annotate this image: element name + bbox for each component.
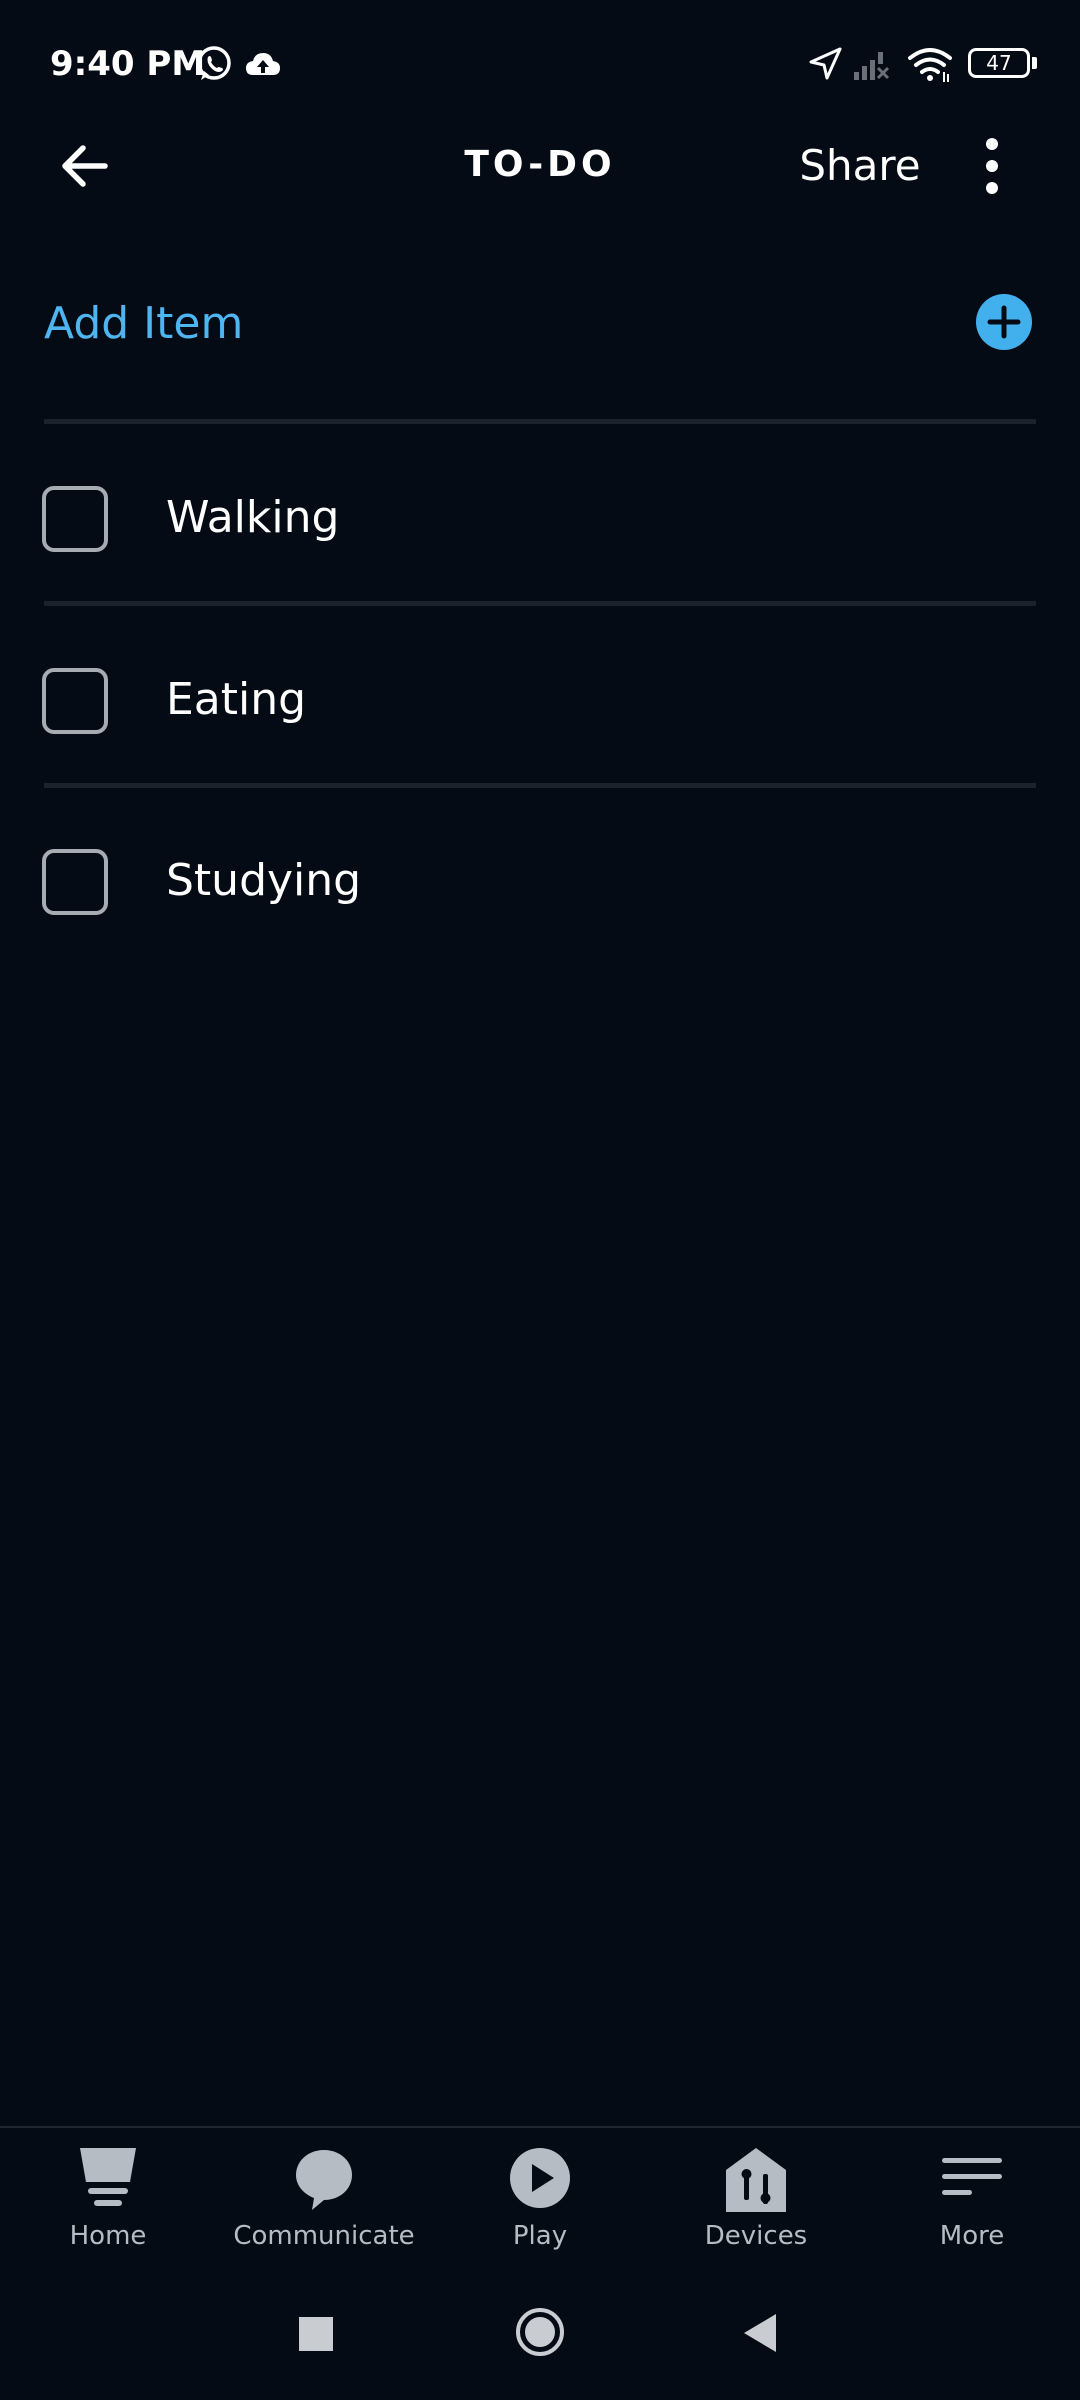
menu-lines-icon — [942, 2158, 1002, 2195]
cloud-upload-icon — [246, 53, 280, 75]
home-icon — [80, 2148, 136, 2206]
system-navigation-bar — [0, 2280, 1080, 2390]
battery-icon: 47 — [968, 48, 1030, 78]
battery-nub — [1032, 57, 1037, 69]
item-checkbox[interactable] — [42, 668, 108, 734]
list-item: Walking — [0, 426, 1080, 602]
signal-icon — [854, 52, 890, 80]
add-item-row[interactable]: Add Item — [0, 270, 1080, 376]
nav-label: More — [939, 2221, 1005, 2251]
status-bar: 9:40 PM 47 — [0, 0, 1080, 130]
nav-item-home[interactable]: Home — [0, 2148, 216, 2268]
header-bar: TO-DO Share — [0, 120, 1080, 210]
battery-level: 47 — [986, 51, 1012, 75]
nav-label: Devices — [704, 2221, 808, 2251]
nav-item-communicate[interactable]: Communicate — [216, 2148, 432, 2268]
list-item: Eating — [0, 608, 1080, 784]
nav-label: Play — [512, 2221, 568, 2251]
divider — [44, 419, 1036, 424]
nav-label: Home — [69, 2221, 147, 2251]
divider — [44, 783, 1036, 788]
add-item-label[interactable]: Add Item — [44, 294, 243, 354]
whatsapp-icon — [197, 46, 231, 80]
plus-circle-icon — [987, 305, 1021, 339]
back-triangle-icon[interactable] — [740, 2312, 780, 2354]
play-icon — [510, 2148, 570, 2208]
nav-item-devices[interactable]: Devices — [648, 2148, 864, 2268]
recents-square-icon[interactable] — [298, 2316, 334, 2352]
nav-item-more[interactable]: More — [864, 2148, 1080, 2268]
status-time: 9:40 PM — [50, 44, 206, 84]
devices-house-icon — [726, 2148, 786, 2212]
item-label: Studying — [166, 855, 362, 906]
bottom-navigation: Home Communicate Play Devices More — [0, 2126, 1080, 2268]
add-item-button[interactable] — [976, 294, 1032, 350]
share-button[interactable]: Share — [790, 138, 930, 194]
location-arrow-icon — [809, 47, 842, 80]
item-label: Walking — [166, 492, 340, 543]
back-arrow-icon — [62, 145, 108, 187]
divider — [44, 601, 1036, 606]
list-item: Studying — [0, 789, 1080, 965]
item-label: Eating — [166, 674, 307, 725]
more-options-button[interactable] — [970, 130, 1014, 202]
more-vertical-icon — [986, 138, 998, 194]
nav-label: Communicate — [233, 2221, 415, 2251]
page-title: TO-DO — [464, 144, 616, 185]
wifi-icon — [908, 48, 952, 82]
item-checkbox[interactable] — [42, 849, 108, 915]
home-circle-icon[interactable] — [514, 2306, 566, 2358]
chat-bubble-icon — [296, 2150, 352, 2210]
item-checkbox[interactable] — [42, 486, 108, 552]
back-button[interactable] — [55, 138, 119, 194]
nav-item-play[interactable]: Play — [432, 2148, 648, 2268]
